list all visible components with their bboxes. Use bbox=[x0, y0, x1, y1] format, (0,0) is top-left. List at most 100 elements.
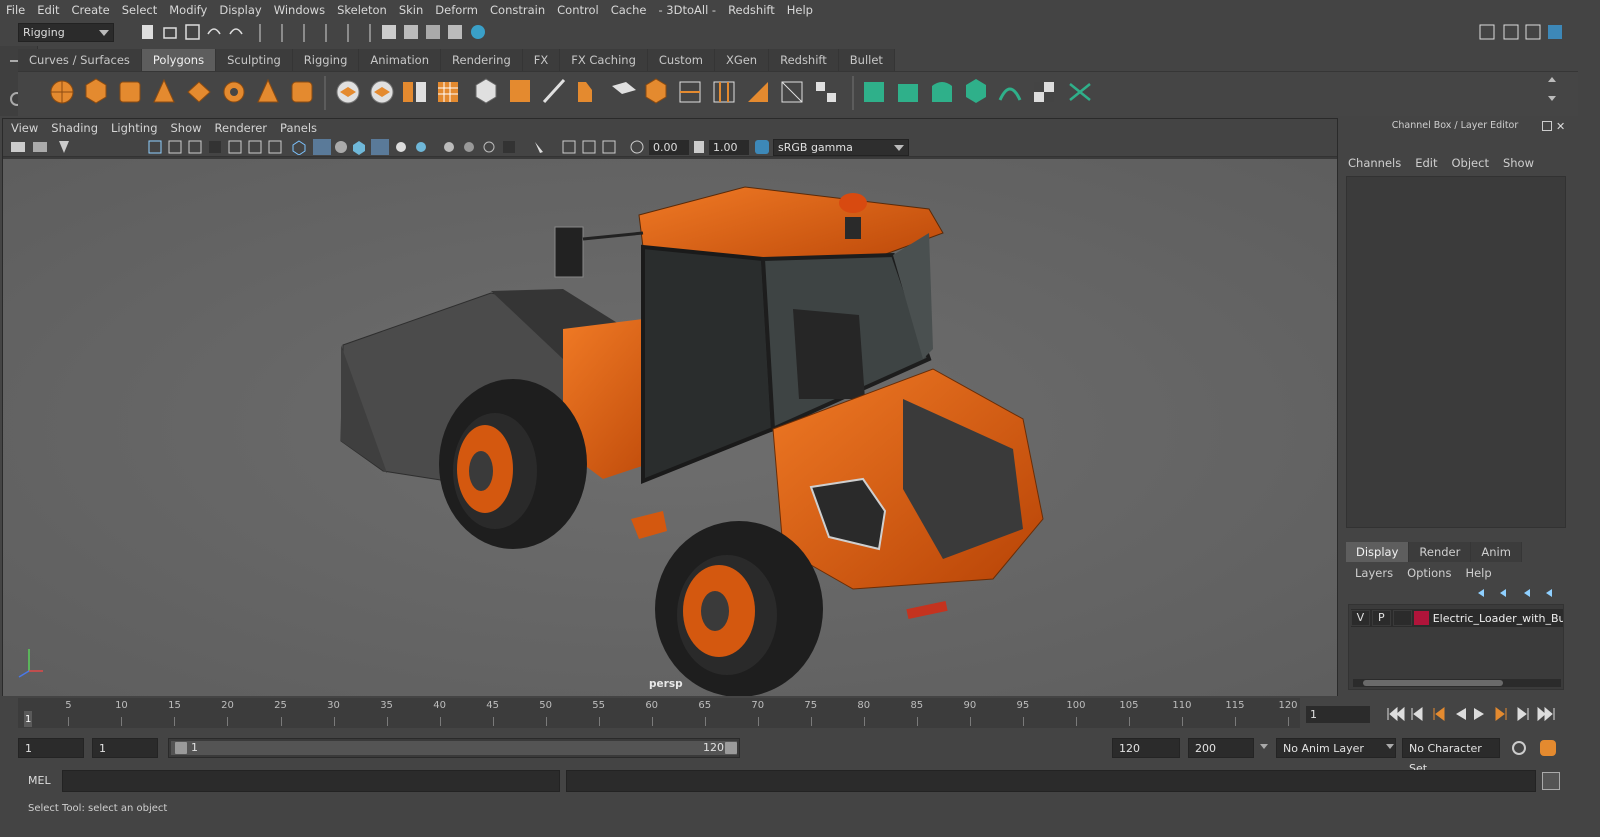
workspace-selector[interactable]: Rigging bbox=[18, 23, 114, 42]
playback-end-field[interactable]: 120 bbox=[1112, 738, 1180, 758]
float-panel-icon[interactable] bbox=[1542, 121, 1552, 131]
animation-preferences-icon[interactable] bbox=[1540, 740, 1556, 756]
offset-edge-loop-icon bbox=[713, 81, 735, 103]
timeline-tick-label: 40 bbox=[433, 700, 446, 711]
anim-layer-dropdown[interactable]: No Anim Layer bbox=[1276, 738, 1396, 758]
command-input[interactable] bbox=[62, 770, 560, 792]
timeline-tick bbox=[545, 717, 547, 726]
range-slider-bar[interactable] bbox=[171, 741, 737, 755]
channel-box-menu-channels[interactable]: Channels bbox=[1348, 156, 1401, 170]
go-to-end-icon bbox=[1537, 706, 1555, 722]
shelf-tab-fx[interactable]: FX bbox=[522, 49, 561, 71]
timeline-tick bbox=[598, 717, 600, 726]
layer-name: Electric_Loader_with_Buc bbox=[1432, 611, 1563, 625]
viewport-menu-shading[interactable]: Shading bbox=[51, 121, 98, 135]
poly-cube-icon bbox=[85, 78, 107, 104]
range-start-handle[interactable] bbox=[175, 742, 187, 754]
menu-skeleton[interactable]: Skeleton bbox=[337, 3, 387, 17]
menu-constrain[interactable]: Constrain bbox=[490, 3, 545, 17]
menu-modify[interactable]: Modify bbox=[169, 3, 207, 17]
range-slider[interactable]: 1 120 bbox=[168, 738, 740, 758]
shelf-tab-redshift[interactable]: Redshift bbox=[769, 49, 839, 71]
gamma-field[interactable]: 1.00 bbox=[709, 140, 749, 155]
exposure-field[interactable]: 0.00 bbox=[649, 140, 689, 155]
viewport-toolbar: 0.00 1.00 sRGB gamma bbox=[3, 137, 1337, 157]
layer-menu-help[interactable]: Help bbox=[1465, 566, 1491, 580]
viewport-menu-show[interactable]: Show bbox=[171, 121, 202, 135]
close-icon[interactable]: ✕ bbox=[1556, 120, 1565, 133]
range-end-label: 120 bbox=[703, 741, 724, 754]
viewport-menu-lighting[interactable]: Lighting bbox=[111, 121, 157, 135]
timeline-tick bbox=[757, 717, 759, 726]
timeline-tick-label: 80 bbox=[857, 700, 871, 711]
menu-display[interactable]: Display bbox=[219, 3, 261, 17]
viewport-menu-panels[interactable]: Panels bbox=[280, 121, 317, 135]
move-layer-up-icon bbox=[1478, 589, 1484, 597]
shelf-tab-rigging[interactable]: Rigging bbox=[292, 49, 360, 71]
menu-edit[interactable]: Edit bbox=[37, 3, 59, 17]
animation-end-field[interactable]: 200 bbox=[1188, 738, 1254, 758]
layer-playback-toggle[interactable]: P bbox=[1371, 610, 1391, 626]
timeline-tick-label: 85 bbox=[910, 700, 924, 711]
layer-color-swatch[interactable] bbox=[1413, 611, 1429, 625]
shelf-tab-fx-caching[interactable]: FX Caching bbox=[560, 49, 648, 71]
viewport-menu-renderer[interactable]: Renderer bbox=[215, 121, 268, 135]
layer-menu-options[interactable]: Options bbox=[1407, 566, 1451, 580]
viewport-toolbar-icons bbox=[11, 139, 644, 155]
tab-display[interactable]: Display bbox=[1346, 542, 1410, 562]
layer-menu-layers[interactable]: Layers bbox=[1355, 566, 1393, 580]
tab-render[interactable]: Render bbox=[1409, 542, 1472, 562]
shelf-tab-custom[interactable]: Custom bbox=[647, 49, 715, 71]
auto-key-icon[interactable] bbox=[1512, 741, 1526, 755]
chevron-down-icon[interactable] bbox=[1386, 744, 1394, 749]
scrollbar-thumb[interactable] bbox=[1363, 680, 1503, 686]
menu-select[interactable]: Select bbox=[122, 3, 157, 17]
timeline-tick bbox=[1181, 717, 1183, 726]
channel-box-menu-edit[interactable]: Edit bbox=[1415, 156, 1437, 170]
channel-box-menu-show[interactable]: Show bbox=[1503, 156, 1534, 170]
script-editor-icon[interactable] bbox=[1542, 772, 1560, 790]
animation-start-field[interactable]: 1 bbox=[18, 738, 84, 758]
poly-plane-icon bbox=[187, 81, 211, 103]
shelf-tab-xgen[interactable]: XGen bbox=[714, 49, 770, 71]
shelf-tab-rendering[interactable]: Rendering bbox=[441, 49, 523, 71]
layer-list-scrollbar[interactable] bbox=[1353, 679, 1561, 687]
playback-start-field[interactable]: 1 bbox=[92, 738, 158, 758]
menu-create[interactable]: Create bbox=[72, 3, 110, 17]
menu-windows[interactable]: Windows bbox=[274, 3, 325, 17]
menu-3dtoall[interactable]: - 3DtoAll - bbox=[658, 3, 716, 17]
range-end-handle[interactable] bbox=[725, 742, 737, 754]
timeline-tick-label: 105 bbox=[1119, 700, 1139, 711]
shelf-tab-polygons[interactable]: Polygons bbox=[141, 49, 217, 71]
color-management-icon[interactable] bbox=[755, 140, 769, 154]
multi-cut-icon bbox=[542, 78, 566, 104]
3d-viewport-scene[interactable]: persp bbox=[3, 159, 1337, 696]
layer-row[interactable]: V P Electric_Loader_with_Buc bbox=[1351, 609, 1563, 627]
tab-anim[interactable]: Anim bbox=[1471, 542, 1522, 562]
viewport-menu-view[interactable]: View bbox=[11, 121, 38, 135]
color-space-dropdown[interactable]: sRGB gamma bbox=[773, 139, 909, 156]
character-set-dropdown[interactable]: No Character Set bbox=[1402, 738, 1500, 775]
layer-display-type-toggle[interactable] bbox=[1392, 610, 1412, 626]
current-frame-field[interactable]: 1 bbox=[1306, 706, 1370, 723]
time-slider[interactable]: 5 10 15 20 25 30 35 40 45 50 55 60 65 70 75 80 85 90 95 100… bbox=[18, 698, 1300, 728]
menu-skin[interactable]: Skin bbox=[399, 3, 423, 17]
menu-control[interactable]: Control bbox=[557, 3, 599, 17]
insert-edge-loop-icon bbox=[679, 81, 701, 103]
channel-box-area[interactable] bbox=[1346, 176, 1566, 528]
command-language-label[interactable]: MEL bbox=[28, 774, 51, 787]
menu-redshift[interactable]: Redshift bbox=[728, 3, 775, 17]
shelf-tab-sculpting[interactable]: Sculpting bbox=[216, 49, 293, 71]
chevron-down-icon[interactable] bbox=[1260, 744, 1268, 749]
menu-deform[interactable]: Deform bbox=[435, 3, 478, 17]
shelf-tab-bullet[interactable]: Bullet bbox=[838, 49, 895, 71]
menu-help[interactable]: Help bbox=[787, 3, 813, 17]
shelf-tab-curves-surfaces[interactable]: Curves / Surfaces bbox=[18, 49, 142, 71]
unfold-icon bbox=[998, 87, 1022, 101]
menu-cache[interactable]: Cache bbox=[611, 3, 647, 17]
menu-file[interactable]: File bbox=[6, 3, 25, 17]
channel-box-menu-object[interactable]: Object bbox=[1452, 156, 1489, 170]
shelf-tab-animation[interactable]: Animation bbox=[359, 49, 442, 71]
timeline-tick-label: 60 bbox=[645, 700, 659, 711]
layer-visibility-toggle[interactable]: V bbox=[1351, 610, 1370, 626]
